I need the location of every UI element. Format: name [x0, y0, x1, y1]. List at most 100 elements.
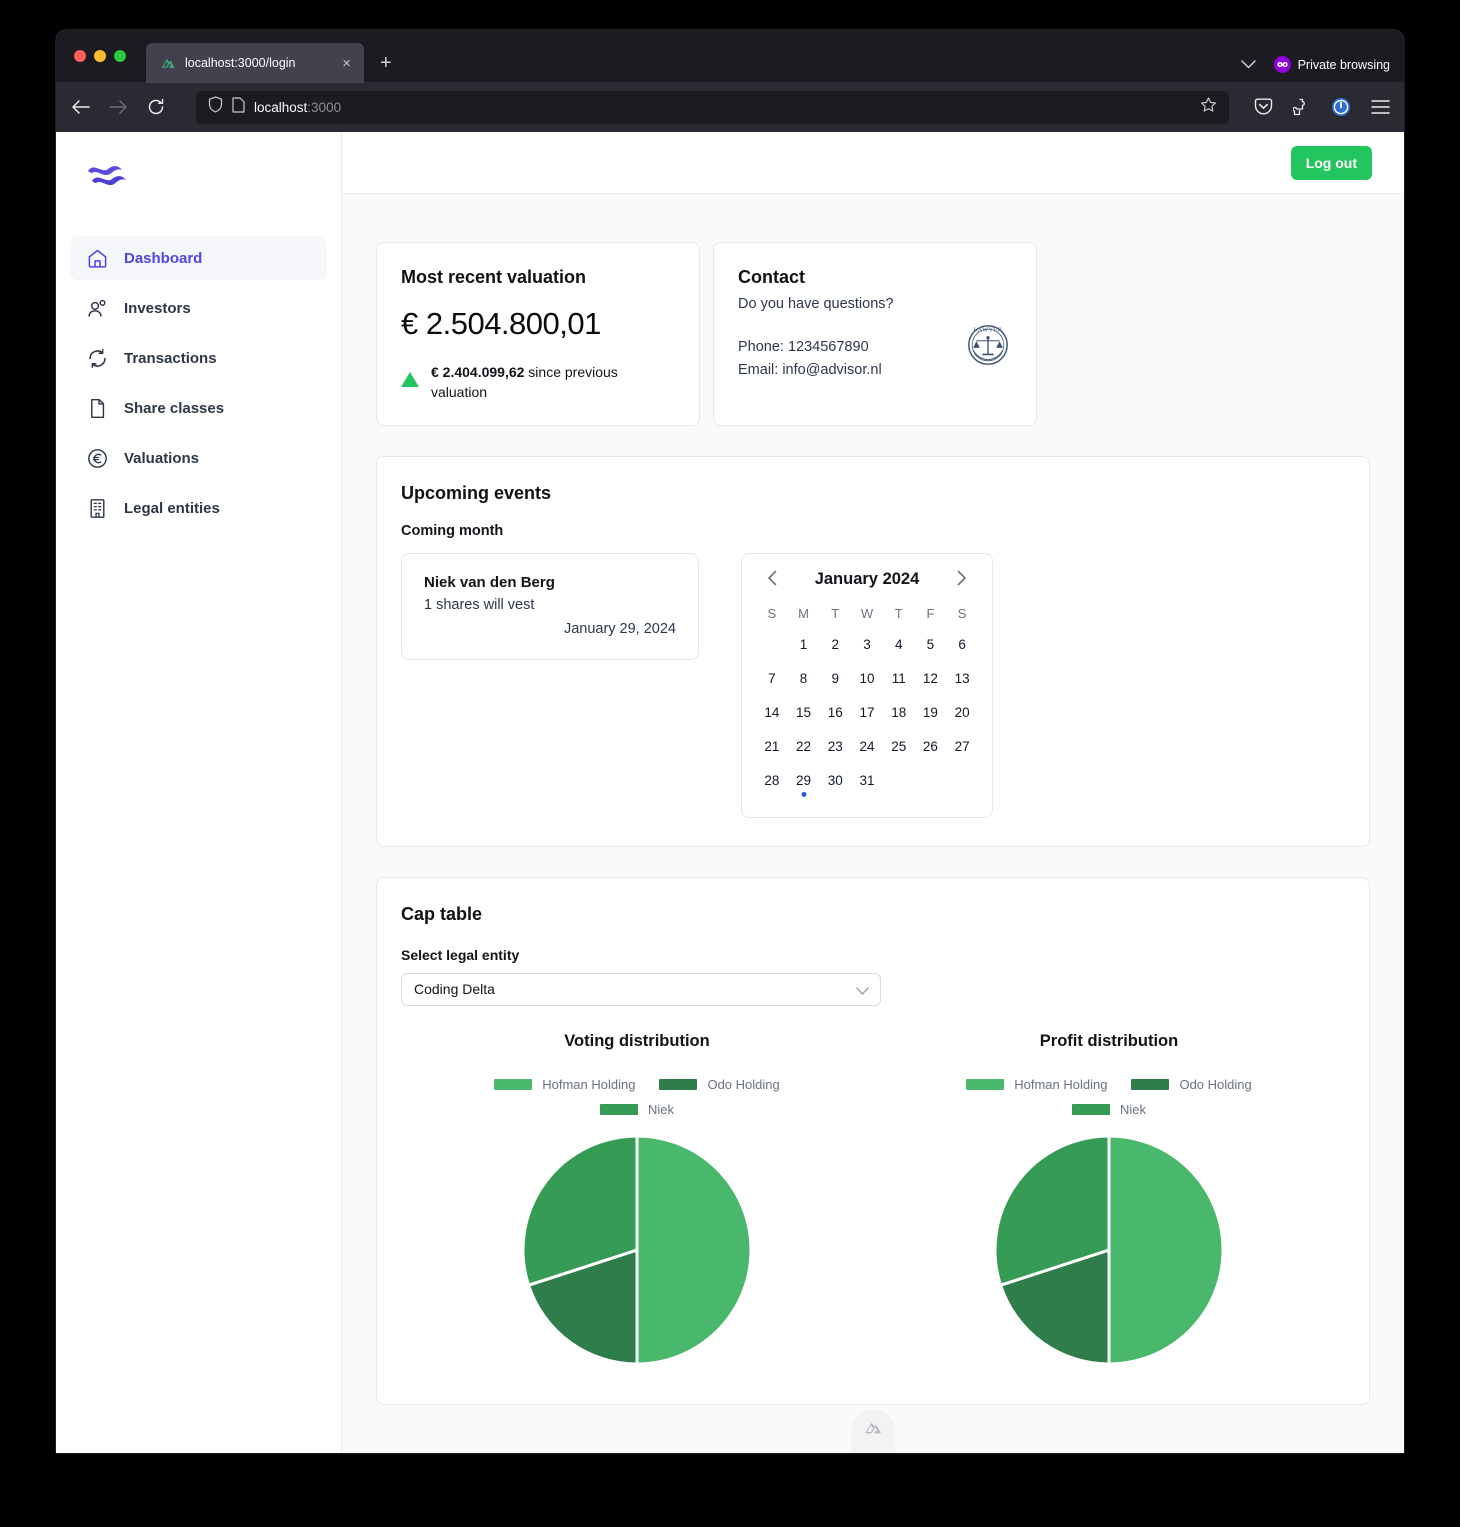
pie-svg — [993, 1134, 1225, 1366]
calendar-day[interactable]: 4 — [883, 629, 915, 661]
extensions-icon[interactable] — [1292, 97, 1312, 117]
calendar-day[interactable]: 19 — [915, 697, 947, 729]
sidebar-item-share-classes[interactable]: Share classes — [70, 386, 327, 430]
calendar-prev-month-icon[interactable] — [762, 570, 782, 589]
legend-label: Hofman Holding — [542, 1076, 636, 1092]
pie-slice[interactable] — [1107, 1134, 1225, 1366]
calendar-day[interactable]: 10 — [851, 663, 883, 695]
coming-month-label: Coming month — [401, 522, 504, 539]
calendar-day[interactable]: 24 — [851, 731, 883, 763]
calendar-day[interactable]: 1 — [788, 629, 820, 661]
browser-navbar: localhost:3000 — [56, 82, 1404, 132]
legend-item[interactable]: Niek — [599, 1102, 674, 1117]
calendar-day[interactable]: 30 — [819, 765, 851, 797]
users-icon — [86, 297, 108, 319]
calendar-day[interactable]: 14 — [756, 697, 788, 729]
new-tab-button[interactable]: + — [380, 53, 392, 73]
calendar-day[interactable]: 31 — [851, 765, 883, 797]
sidebar-item-label: Dashboard — [124, 249, 203, 267]
calendar-day[interactable]: 25 — [883, 731, 915, 763]
sidebar-item-investors[interactable]: Investors — [70, 286, 327, 330]
event-person-name: Niek van den Berg — [424, 573, 555, 591]
close-window-button[interactable] — [74, 50, 86, 62]
shield-icon[interactable] — [208, 96, 223, 118]
calendar-day[interactable]: 18 — [883, 697, 915, 729]
calendar-day[interactable]: 16 — [819, 697, 851, 729]
calendar-day[interactable]: 17 — [851, 697, 883, 729]
calendar-day[interactable]: 6 — [946, 629, 978, 661]
calendar-day[interactable]: 2 — [819, 629, 851, 661]
logout-button[interactable]: Log out — [1290, 145, 1372, 180]
calendar-day[interactable]: 27 — [946, 731, 978, 763]
legend-item[interactable]: Hofman Holding — [966, 1077, 1107, 1092]
sidebar-item-valuations[interactable]: Valuations — [70, 436, 327, 480]
pie-chart[interactable] — [521, 1134, 753, 1370]
chart-title: Voting distribution — [564, 1031, 710, 1050]
calendar-day[interactable]: 26 — [915, 731, 947, 763]
calendar-widget[interactable]: January 2024 S M T W T F S 1 2 3 4 5 6 7 8 9 10 11 12 13 14 1… — [741, 552, 993, 818]
contact-card-title: Contact — [738, 267, 805, 287]
pie-chart[interactable] — [993, 1134, 1225, 1370]
sidebar-item-legal-entities[interactable]: Legal entities — [70, 486, 327, 530]
sidebar-item-transactions[interactable]: Transactions — [70, 336, 327, 380]
dashboard-scroll-area[interactable]: Most recent valuation € 2.504.800,01 € 2… — [342, 194, 1404, 1453]
devtools-badge[interactable] — [851, 1409, 895, 1453]
wave-logo-icon — [88, 166, 126, 186]
distribution-charts-row: Voting distribution Hofman Holding Odo H… — [401, 1032, 1345, 1370]
tabstrip-right-controls: Private browsing — [1240, 56, 1390, 73]
calendar-day[interactable]: 20 — [946, 697, 978, 729]
browser-tab[interactable]: localhost:3000/login × — [146, 43, 364, 83]
legend-label: Odo Holding — [1179, 1076, 1252, 1092]
sidebar-item-dashboard[interactable]: Dashboard — [70, 236, 327, 280]
calendar-day-header: T — [831, 605, 840, 621]
legal-entity-select-wrap: Coding Delta — [401, 972, 881, 1006]
close-tab-button[interactable]: × — [339, 54, 354, 73]
minimize-window-button[interactable] — [94, 50, 106, 62]
calendar-day[interactable]: 5 — [915, 629, 947, 661]
reload-icon[interactable] — [146, 97, 166, 117]
calendar-day[interactable]: 12 — [915, 663, 947, 695]
back-icon[interactable] — [70, 97, 90, 117]
pie-slice[interactable] — [635, 1134, 753, 1366]
calendar-day[interactable]: 22 — [788, 731, 820, 763]
calendar-day[interactable]: 15 — [788, 697, 820, 729]
legend-item[interactable]: Odo Holding — [659, 1077, 780, 1092]
calendar-day[interactable]: 29 — [788, 765, 820, 797]
select-legal-entity-label: Select legal entity — [401, 946, 520, 963]
calendar-day[interactable]: 13 — [946, 663, 978, 695]
window-traffic-lights[interactable] — [70, 30, 134, 82]
browser-tabstrip: localhost:3000/login × + Private browsin… — [56, 30, 1404, 83]
nuxt-logo-icon — [162, 59, 175, 68]
calendar-day[interactable]: 28 — [756, 765, 788, 797]
legend-item[interactable]: Odo Holding — [1131, 1076, 1252, 1092]
forward-icon[interactable] — [108, 97, 128, 117]
event-item[interactable]: Niek van den Berg 1 shares will vest Jan… — [401, 552, 699, 660]
calendar-day-header: W — [860, 605, 874, 621]
calendar-day[interactable]: 23 — [819, 731, 851, 763]
url-bar[interactable]: localhost:3000 — [196, 90, 1229, 124]
summary-cards-row: Most recent valuation € 2.504.800,01 € 2… — [376, 242, 1370, 426]
legend-label: Hofman Holding — [1014, 1076, 1108, 1092]
bookmark-star-icon[interactable] — [1200, 96, 1217, 118]
password-manager-icon[interactable] — [1331, 97, 1351, 117]
app-menu-icon[interactable] — [1370, 97, 1390, 117]
legend-item[interactable]: Niek — [1071, 1102, 1146, 1117]
app-topbar: Log out — [342, 132, 1404, 194]
calendar-next-month-icon[interactable] — [952, 570, 972, 589]
legal-entity-select[interactable]: Coding Delta — [401, 972, 881, 1006]
svg-text:LAWYER: LAWYER — [973, 327, 1002, 334]
calendar-day[interactable]: 11 — [883, 663, 915, 695]
pocket-icon[interactable] — [1253, 97, 1273, 117]
url-text: localhost:3000 — [254, 100, 1191, 115]
calendar-day-header: S — [767, 605, 777, 621]
calendar-day[interactable]: 9 — [819, 663, 851, 695]
calendar-day[interactable]: 8 — [788, 663, 820, 695]
calendar-grid[interactable]: S M T W T F S 1 2 3 4 5 6 7 8 9 10 11 12 13 14 15 16 17 18 19 20 21… — [756, 601, 978, 797]
calendar-day[interactable]: 7 — [756, 663, 788, 695]
app-logo[interactable] — [56, 150, 341, 214]
maximize-window-button[interactable] — [114, 50, 126, 62]
calendar-day[interactable]: 3 — [851, 629, 883, 661]
list-all-tabs-icon[interactable] — [1240, 57, 1256, 72]
calendar-day[interactable]: 21 — [756, 731, 788, 763]
legend-item[interactable]: Hofman Holding — [494, 1077, 635, 1092]
